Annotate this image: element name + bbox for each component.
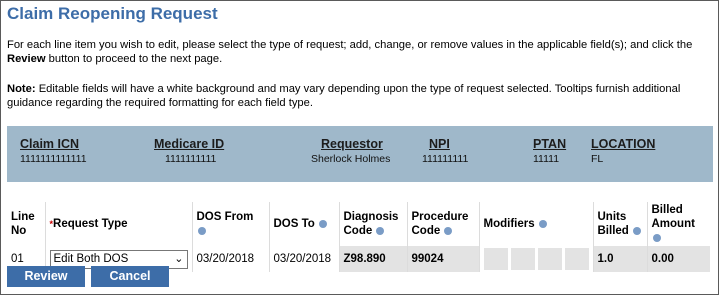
medicare-id-value: 1111111111 [165,153,217,165]
col-dos-to: DOS To [269,202,340,246]
location-label: LOCATION [591,137,656,151]
col-diagnosis-code: Diagnosis Code [339,202,408,246]
claim-info-bar: Claim ICN 1111111111111 Medicare ID 1111… [7,126,713,182]
review-button[interactable]: Review [7,266,85,287]
modifier-field-2 [510,248,535,270]
info-icon[interactable] [538,219,547,228]
chevron-down-icon: ⌄ [174,252,184,265]
col-modifiers: Modifiers [479,202,594,246]
info-icon[interactable] [633,226,642,235]
instructions-bold: Review [7,53,46,65]
note-text: Note: Editable fields will have a white … [7,82,713,110]
page-title: Claim Reopening Request [7,4,218,23]
ptan-block: PTAN 11111 [533,137,566,165]
line-items-table: Line No *Request Type DOS From DOS To Dia… [7,202,710,272]
col-billed-amount: Billed Amount [647,202,710,246]
col-procedure-code: Procedure Code [407,202,480,246]
info-icon[interactable] [319,219,328,228]
requestor-block: Requestor Sherlock Holmes [311,137,390,165]
col-line-no: Line No [7,202,46,246]
units-billed-cell: 1.0 [593,246,648,272]
ptan-label: PTAN [533,137,567,151]
col-units-billed: Units Billed [593,202,648,246]
table-header-row: Line No *Request Type DOS From DOS To Dia… [7,202,710,246]
col-request-type: *Request Type [45,202,193,246]
note-body: Editable fields will have a white backgr… [7,83,681,109]
info-icon[interactable] [652,233,661,242]
modifiers-cell [479,246,594,272]
claim-icn-label: Claim ICN [20,137,80,151]
claim-icn-block: Claim ICN 1111111111111 [20,137,87,165]
medicare-id-label: Medicare ID [154,137,225,151]
claim-icn-value: 1111111111111 [20,153,87,165]
modifier-field-3 [537,248,562,270]
npi-label: NPI [429,137,450,151]
requestor-value: Sherlock Holmes [311,153,391,165]
info-icon[interactable] [197,226,206,235]
cancel-button[interactable]: Cancel [91,266,169,287]
request-type-value: Edit Both DOS [53,252,129,265]
note-label: Note: [7,83,36,95]
requestor-label: Requestor [321,137,383,151]
modifier-field-1 [483,248,508,270]
instructions-part2: button to proceed to the next page. [45,53,223,65]
ptan-value: 11111 [533,153,560,165]
instructions-part1: For each line item you wish to edit, ple… [7,39,693,51]
info-icon[interactable] [376,226,385,235]
location-block: LOCATION FL [591,137,655,165]
medicare-id-block: Medicare ID 1111111111 [154,137,224,165]
info-icon[interactable] [444,226,453,235]
npi-block: NPI 111111111 [422,137,468,165]
col-dos-from: DOS From [192,202,270,246]
modifier-field-4 [564,248,589,270]
diagnosis-code-cell: Z98.890 [339,246,408,272]
instructions-text: For each line item you wish to edit, ple… [7,38,713,66]
billed-amount-cell: 0.00 [647,246,710,272]
npi-value: 111111111 [422,153,469,165]
dos-to-cell: 03/20/2018 [269,246,340,272]
procedure-code-cell: 99024 [407,246,480,272]
location-value: FL [591,153,604,165]
dos-from-cell: 03/20/2018 [192,246,270,272]
